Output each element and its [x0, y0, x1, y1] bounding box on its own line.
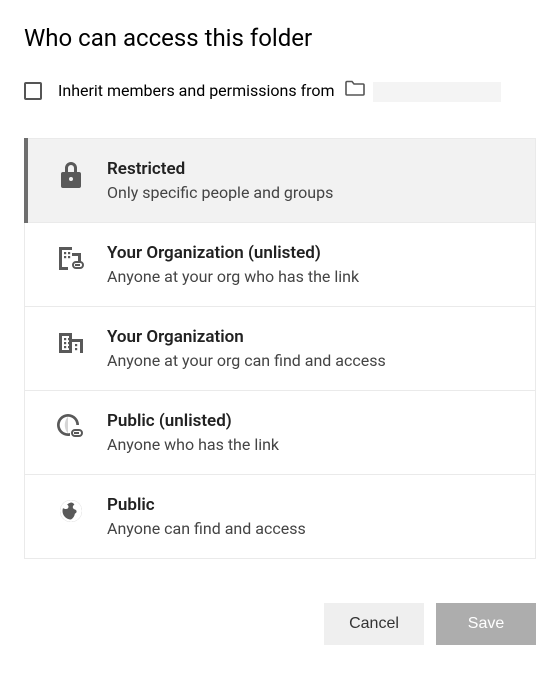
option-desc: Anyone can find and access [107, 519, 515, 538]
option-restricted[interactable]: Restricted Only specific people and grou… [25, 138, 535, 222]
option-desc: Only specific people and groups [107, 183, 515, 202]
option-title: Your Organization [107, 327, 515, 347]
parent-folder-placeholder [373, 82, 501, 102]
inherit-row: Inherit members and permissions from [24, 80, 536, 102]
globe-icon [57, 497, 85, 525]
access-options: Restricted Only specific people and grou… [24, 138, 536, 559]
inherit-checkbox[interactable] [24, 82, 42, 100]
option-desc: Anyone at your org can find and access [107, 351, 515, 370]
inherit-label: Inherit members and permissions from [58, 80, 501, 102]
domain-icon [57, 329, 85, 357]
option-title: Restricted [107, 159, 515, 179]
option-public-unlisted[interactable]: Public (unlisted) Anyone who has the lin… [25, 390, 535, 474]
lock-icon [57, 161, 85, 189]
option-public[interactable]: Public Anyone can find and access [25, 474, 535, 558]
option-title: Your Organization (unlisted) [107, 243, 515, 263]
option-title: Public [107, 495, 515, 515]
save-button[interactable]: Save [436, 603, 536, 645]
inherit-label-text: Inherit members and permissions from [58, 81, 335, 100]
option-title: Public (unlisted) [107, 411, 515, 431]
page-title: Who can access this folder [24, 24, 536, 52]
option-org-unlisted[interactable]: Your Organization (unlisted) Anyone at y… [25, 222, 535, 306]
domain-link-icon [57, 245, 85, 273]
option-desc: Anyone who has the link [107, 435, 515, 454]
globe-link-icon [57, 413, 85, 441]
folder-icon [345, 80, 365, 96]
cancel-button[interactable]: Cancel [324, 603, 424, 645]
dialog-footer: Cancel Save [24, 603, 536, 645]
option-desc: Anyone at your org who has the link [107, 267, 515, 286]
option-org[interactable]: Your Organization Anyone at your org can… [25, 306, 535, 390]
